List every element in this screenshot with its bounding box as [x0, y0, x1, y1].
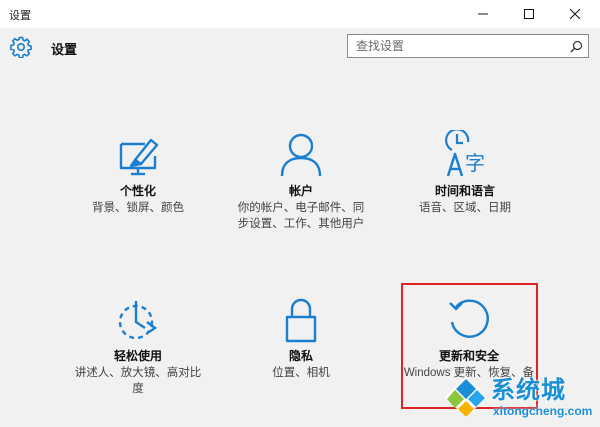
maximize-icon — [524, 9, 534, 19]
tile-privacy[interactable]: 隐私 位置、相机 — [221, 295, 381, 385]
close-button[interactable] — [552, 0, 598, 28]
tile-ease-of-access[interactable]: 轻松使用 讲述人、放大镜、高对比度 — [58, 295, 218, 395]
tile-personalization[interactable]: 个性化 背景、锁屏、颜色 — [58, 130, 218, 230]
tile-label: 轻松使用 — [113, 349, 162, 363]
tile-label: 时间和语言 — [434, 184, 495, 198]
ease-of-access-icon — [118, 301, 158, 340]
watermark: 系统城 xitongcheng.com — [443, 370, 600, 427]
gear-icon — [10, 36, 32, 58]
close-icon — [570, 9, 580, 19]
tile-description: 你的帐户、电子邮件、同步设置、工作、其他用户 — [237, 202, 365, 230]
search-box[interactable] — [347, 34, 589, 58]
personalization-icon — [119, 138, 159, 176]
tile-accounts[interactable]: 帐户 你的帐户、电子邮件、同步设置、工作、其他用户 — [221, 130, 381, 250]
search-icon[interactable] — [570, 40, 583, 53]
page-title: 设置 — [51, 42, 78, 57]
watermark-brand: 系统城 — [491, 376, 566, 404]
svg-text:字: 字 — [465, 151, 485, 175]
title-bar: 设置 — [0, 0, 600, 28]
tile-time-language[interactable]: 字 时间和语言 语音、区域、日期 — [385, 130, 545, 230]
tile-description: 讲述人、放大镜、高对比度 — [74, 367, 202, 395]
tile-label: 隐私 — [288, 349, 313, 363]
maximize-button[interactable] — [506, 0, 552, 28]
minimize-button[interactable] — [460, 0, 506, 28]
time-language-icon: 字 — [445, 130, 485, 177]
tile-description: 背景、锁屏、颜色 — [92, 202, 184, 214]
watermark-url: xitongcheng.com — [493, 404, 593, 418]
tile-label: 帐户 — [288, 184, 313, 198]
window-title: 设置 — [9, 10, 31, 22]
tile-description: 语音、区域、日期 — [419, 202, 511, 214]
tile-label: 个性化 — [119, 184, 156, 198]
privacy-lock-icon — [285, 298, 317, 343]
windows-logo-icon — [445, 376, 487, 418]
search-input[interactable] — [348, 35, 566, 57]
minimize-icon — [478, 13, 488, 15]
tile-description: 位置、相机 — [272, 367, 330, 379]
account-icon — [280, 133, 322, 177]
